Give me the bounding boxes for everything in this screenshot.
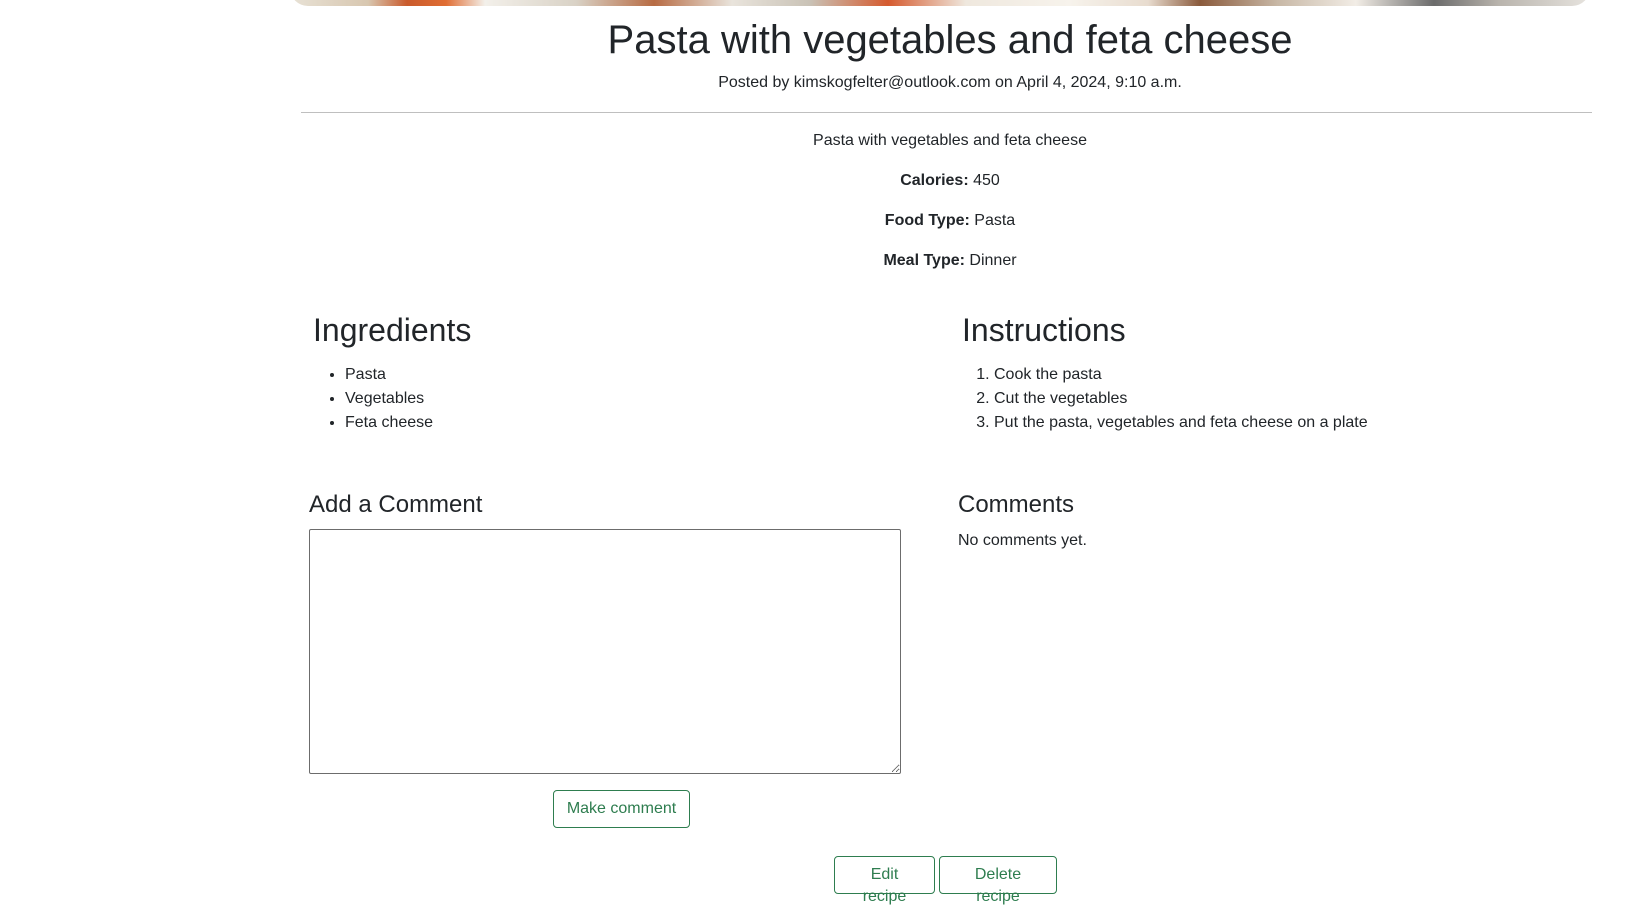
recipe-summary: Pasta with vegetables and feta cheese Ca… bbox=[290, 130, 1610, 290]
no-comments-text: No comments yet. bbox=[958, 532, 1087, 549]
instructions-heading: Instructions bbox=[962, 312, 1126, 348]
food-type-value: Pasta bbox=[974, 212, 1016, 229]
recipe-detail-page: Pasta with vegetables and feta cheese Po… bbox=[0, 0, 1647, 913]
ingredient-item: Pasta bbox=[345, 363, 433, 387]
comment-textarea[interactable] bbox=[309, 529, 901, 774]
meal-type-value: Dinner bbox=[969, 252, 1017, 269]
instruction-step: Cut the vegetables bbox=[994, 387, 1368, 411]
edit-recipe-button[interactable]: Edit recipe bbox=[834, 856, 935, 905]
delete-recipe-button[interactable]: Delete recipe bbox=[939, 856, 1057, 905]
instruction-step: Cook the pasta bbox=[994, 363, 1368, 387]
calories-row: Calories: 450 bbox=[290, 170, 1610, 192]
food-type-label: Food Type: bbox=[884, 212, 970, 229]
make-comment-button[interactable]: Make comment bbox=[553, 790, 690, 828]
food-type-row: Food Type: Pasta bbox=[290, 210, 1610, 232]
meal-type-row: Meal Type: Dinner bbox=[290, 250, 1610, 272]
ingredients-list: Pasta Vegetables Feta cheese bbox=[313, 363, 433, 435]
instruction-step: Put the pasta, vegetables and feta chees… bbox=[994, 411, 1368, 435]
ingredient-item: Vegetables bbox=[345, 387, 433, 411]
add-comment-heading: Add a Comment bbox=[309, 491, 483, 518]
comments-heading: Comments bbox=[958, 491, 1075, 518]
recipe-description: Pasta with vegetables and feta cheese bbox=[813, 132, 1087, 149]
meal-type-label: Meal Type: bbox=[883, 252, 965, 269]
recipe-title: Pasta with vegetables and feta cheese bbox=[607, 18, 1293, 62]
instructions-list: Cook the pasta Cut the vegetables Put th… bbox=[962, 363, 1368, 435]
posted-by-line: Posted by kimskogfelter@outlook.com on A… bbox=[718, 74, 1182, 91]
recipe-image bbox=[290, 0, 1590, 6]
calories-value: 450 bbox=[973, 172, 1000, 189]
ingredients-heading: Ingredients bbox=[313, 312, 472, 348]
ingredient-item: Feta cheese bbox=[345, 411, 433, 435]
calories-label: Calories: bbox=[900, 172, 969, 189]
header-divider bbox=[301, 112, 1592, 113]
